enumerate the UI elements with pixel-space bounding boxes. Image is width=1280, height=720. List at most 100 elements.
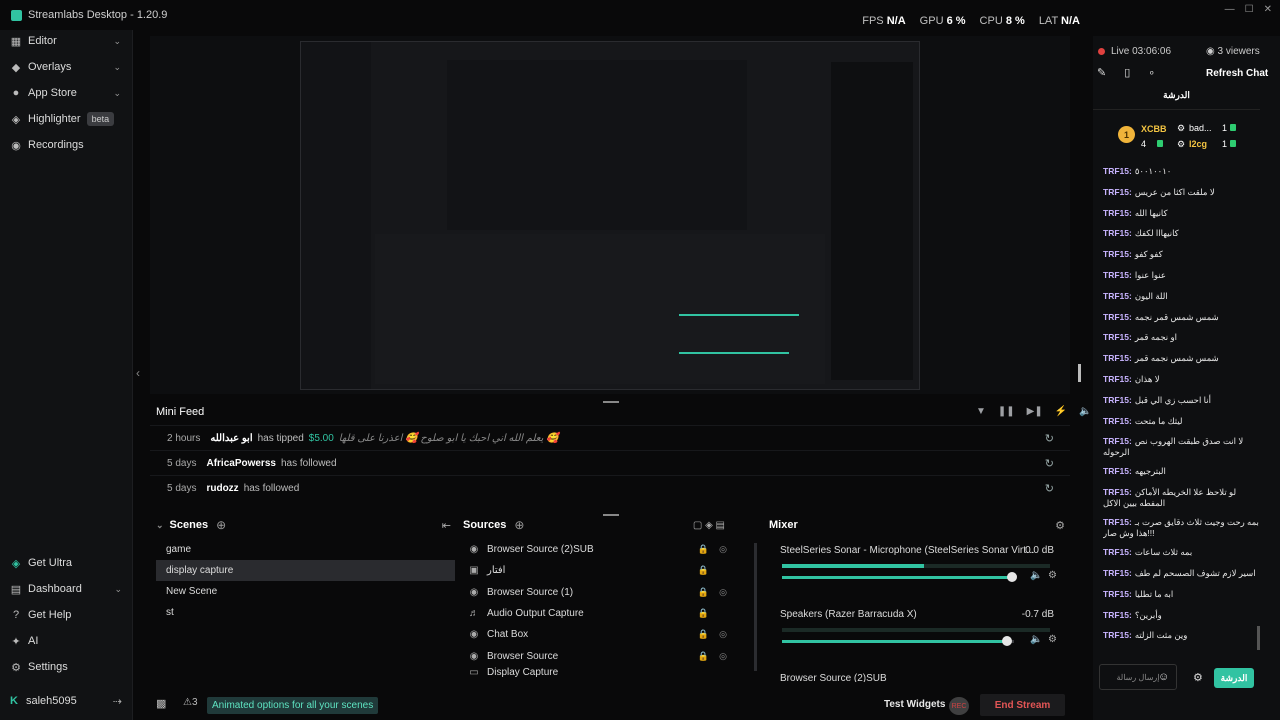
source-folder-icons[interactable]: ▢ ◈ ▤ — [693, 520, 725, 531]
test-widgets-button[interactable]: Test Widgets — [884, 699, 945, 710]
close-icon[interactable]: ✕ — [1264, 4, 1272, 15]
chat-username[interactable]: TRF15: — [1103, 517, 1132, 527]
slider-knob[interactable] — [1006, 572, 1017, 582]
scene-item[interactable]: game — [156, 539, 455, 560]
chat-username[interactable]: TRF15: — [1103, 249, 1132, 259]
record-button[interactable]: REC — [949, 697, 969, 715]
chat-username[interactable]: TRF15: — [1103, 547, 1132, 557]
chat-username[interactable]: TRF15: — [1103, 374, 1132, 384]
scene-transitions-icon[interactable]: ⇤ — [442, 519, 451, 532]
source-item[interactable]: ▭ Display Capture — [463, 667, 761, 679]
lock-icon[interactable]: 🔒 — [698, 651, 709, 662]
user-account[interactable]: K saleh5095 ⇢ — [0, 688, 133, 714]
maximize-icon[interactable]: ☐ — [1245, 4, 1254, 15]
eye-slash-icon[interactable]: ◎ — [719, 544, 727, 555]
chat-username[interactable]: TRF15: — [1103, 332, 1132, 342]
end-stream-button[interactable]: End Stream — [980, 694, 1065, 716]
filter-icon[interactable]: ▼ — [976, 406, 986, 417]
sidebar-item-overlays[interactable]: ◆ Overlays ⌄ — [0, 54, 132, 80]
notification-warning[interactable]: ⚠3 — [183, 697, 198, 708]
sources-scrollbar[interactable] — [754, 543, 757, 671]
chat-username[interactable]: TRF15: — [1103, 270, 1132, 280]
lock-icon[interactable]: 🔒 — [698, 565, 709, 576]
source-item[interactable]: ▣ افتار 🔒 — [463, 560, 761, 581]
announcement-banner[interactable]: Animated options for all your scenes — [207, 697, 379, 714]
minimize-icon[interactable]: — — [1225, 4, 1235, 15]
repeat-alert-icon[interactable]: ↻ — [1045, 457, 1054, 470]
source-item[interactable]: ◉ Browser Source (2)SUB 🔒 ◎ — [463, 539, 761, 560]
add-source-icon[interactable]: ⊕ — [514, 518, 524, 532]
volume-slider[interactable] — [782, 636, 1014, 646]
sidebar-item-recordings[interactable]: ◉ Recordings — [0, 132, 132, 158]
volume-icon[interactable]: 🔈 — [1030, 570, 1042, 581]
collapse-left-icon[interactable]: ‹ — [136, 366, 140, 380]
volume-slider[interactable] — [782, 572, 1017, 582]
chat-scrollbar[interactable] — [1257, 626, 1260, 650]
chat-username[interactable]: TRF15: — [1103, 395, 1132, 405]
pause-icon[interactable]: ❚❚ — [998, 406, 1015, 417]
sidebar-item-ai[interactable]: ✦ AI — [0, 628, 133, 654]
edit-icon[interactable]: ✎ — [1097, 66, 1106, 79]
eye-slash-icon[interactable]: ◎ — [719, 629, 727, 640]
sidebar-item-highlighter[interactable]: ◈ Highlighter beta — [0, 106, 132, 132]
mute-alerts-icon[interactable]: ⚡ — [1055, 406, 1067, 417]
lock-icon[interactable]: 🔒 — [698, 587, 709, 598]
chat-send-button[interactable]: الدرشة — [1214, 668, 1254, 688]
chat-username[interactable]: TRF15: — [1103, 416, 1132, 426]
source-item[interactable]: ◉ Chat Box 🔒 ◎ — [463, 624, 761, 645]
mixer-settings-icon[interactable]: ⚙ — [1055, 519, 1065, 532]
scene-item[interactable]: st — [156, 602, 455, 623]
stats-bars-icon[interactable]: ▩ — [156, 697, 166, 710]
chat-username[interactable]: TRF15: — [1103, 312, 1132, 322]
chevron-down-icon[interactable]: ⌄ — [113, 88, 121, 99]
lock-icon[interactable]: 🔒 — [698, 544, 709, 555]
refresh-chat-button[interactable]: Refresh Chat — [1206, 68, 1268, 79]
sidebar-item-app-store[interactable]: ● App Store ⌄ — [0, 80, 132, 106]
logout-icon[interactable]: ⇢ — [113, 695, 122, 708]
chat-username[interactable]: TRF15: — [1103, 589, 1132, 599]
sidebar-item-get-help[interactable]: ? Get Help — [0, 602, 133, 628]
sidebar-item-get-ultra[interactable]: ◈ Get Ultra — [0, 550, 133, 576]
scene-item[interactable]: New Scene — [156, 581, 455, 602]
scene-item-selected[interactable]: display capture — [156, 560, 455, 581]
chat-username[interactable]: TRF15: — [1103, 291, 1132, 301]
chat-username[interactable]: TRF15: — [1103, 166, 1132, 176]
chat-username[interactable]: TRF15: — [1103, 187, 1132, 197]
collapse-icon[interactable]: ⌄ — [156, 520, 164, 531]
eye-slash-icon[interactable]: ◎ — [719, 651, 727, 662]
chat-username[interactable]: TRF15: — [1103, 487, 1132, 497]
gear-icon[interactable]: ⚙ — [1048, 634, 1057, 645]
slider-knob[interactable] — [1002, 636, 1013, 646]
chevron-down-icon[interactable]: ⌄ — [114, 584, 122, 595]
repeat-alert-icon[interactable]: ↻ — [1045, 482, 1054, 495]
chat-username[interactable]: TRF15: — [1103, 610, 1132, 620]
chat-username[interactable]: TRF15: — [1103, 208, 1132, 218]
volume-icon[interactable]: 🔈 — [1079, 406, 1091, 417]
chat-username[interactable]: TRF15: — [1103, 630, 1132, 640]
emoji-icon[interactable]: ☺ — [1158, 671, 1169, 683]
chevron-down-icon[interactable]: ⌄ — [113, 36, 121, 47]
lock-icon[interactable]: 🔒 — [698, 629, 709, 640]
sidebar-item-editor[interactable]: ▦ Editor ⌄ — [0, 28, 132, 54]
chat-username[interactable]: TRF15: — [1103, 568, 1132, 578]
chat-username[interactable]: TRF15: — [1103, 353, 1132, 363]
chat-settings-icon[interactable]: ⚙ — [1193, 671, 1203, 684]
popout-icon[interactable]: ▯ — [1124, 66, 1130, 79]
share-icon[interactable]: ∘ — [1148, 66, 1155, 79]
chat-username[interactable]: TRF15: — [1103, 228, 1132, 238]
chat-username[interactable]: TRF15: — [1103, 436, 1132, 446]
gear-icon[interactable]: ⚙ — [1048, 570, 1057, 581]
sidebar-item-settings[interactable]: ⚙ Settings — [0, 654, 133, 680]
chat-username[interactable]: TRF15: — [1103, 466, 1132, 476]
sidebar-item-dashboard[interactable]: ▤ Dashboard ⌄ — [0, 576, 133, 602]
source-item[interactable]: ◉ Browser Source 🔒 ◎ — [463, 645, 761, 666]
lock-icon[interactable]: 🔒 — [698, 608, 709, 619]
repeat-alert-icon[interactable]: ↻ — [1045, 432, 1054, 445]
source-item[interactable]: ◉ Browser Source (1) 🔒 ◎ — [463, 582, 761, 603]
skip-icon[interactable]: ▶❚ — [1027, 406, 1043, 417]
add-scene-icon[interactable]: ⊕ — [216, 518, 226, 532]
chevron-down-icon[interactable]: ⌄ — [113, 62, 121, 73]
volume-icon[interactable]: 🔈 — [1030, 634, 1042, 645]
resize-handle[interactable] — [603, 401, 619, 403]
source-item[interactable]: ♬ Audio Output Capture 🔒 — [463, 603, 761, 624]
